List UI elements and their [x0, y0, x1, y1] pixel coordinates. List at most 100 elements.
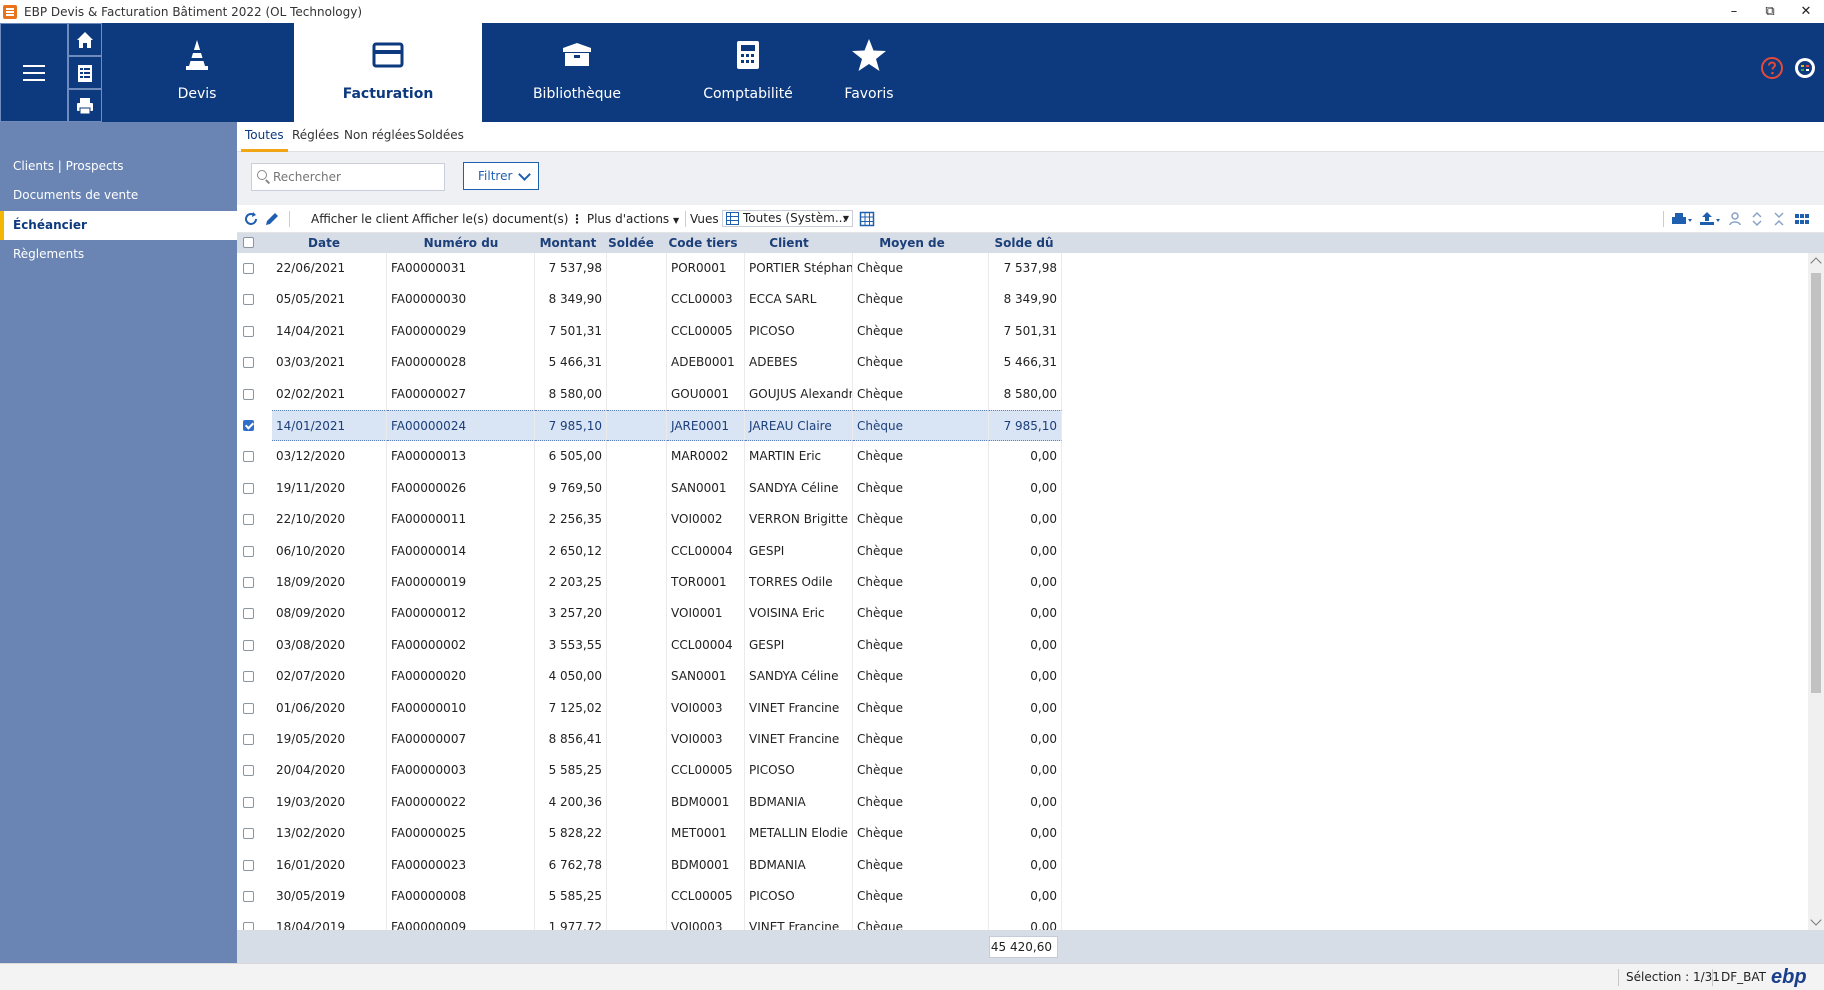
table-row[interactable]: 02/02/2021 FA00000027 8 580,00 GOU0001 GOUJU…	[237, 378, 1808, 410]
column-header-soldee[interactable]: Soldée	[607, 233, 655, 253]
cell-numero: FA00000003	[387, 755, 535, 787]
column-header-moyen-paiement[interactable]: Moyen de paiement	[849, 233, 975, 270]
vertical-scrollbar[interactable]	[1808, 253, 1824, 930]
row-checkbox[interactable]	[243, 922, 254, 930]
scroll-thumb[interactable]	[1811, 273, 1821, 693]
sidebar-item-documents-vente[interactable]: Documents de vente	[0, 181, 237, 210]
table-row[interactable]: 19/11/2020 FA00000026 9 769,50 SAN0001 SANDY…	[237, 472, 1808, 505]
table-row[interactable]: 30/05/2019 FA00000008 5 585,25 CCL00005 PICO…	[237, 881, 1808, 913]
columns-icon[interactable]	[1794, 211, 1810, 227]
table-row[interactable]: 02/07/2020 FA00000020 4 050,00 SAN0001 SANDY…	[237, 661, 1808, 693]
tab-non-reglees[interactable]: Non réglées	[344, 122, 416, 152]
table-row[interactable]: 03/12/2020 FA00000013 6 505,00 MAR0002 MARTI…	[237, 441, 1808, 473]
table-row[interactable]: 05/05/2021 FA00000030 8 349,90 CCL00003 ECCA…	[237, 284, 1808, 316]
table-row[interactable]: 14/04/2021 FA00000029 7 501,31 CCL00005 PICO…	[237, 315, 1808, 348]
search-input[interactable]	[273, 170, 443, 184]
row-checkbox[interactable]	[243, 325, 254, 337]
tab-bibliotheque[interactable]: Bibliothèque	[482, 23, 672, 122]
tab-devis[interactable]: Devis	[102, 23, 292, 122]
row-checkbox[interactable]	[243, 702, 254, 714]
sidebar-item-reglements[interactable]: Règlements	[0, 240, 237, 269]
restore-button[interactable]: ⧉	[1752, 0, 1788, 23]
minimize-button[interactable]: –	[1716, 0, 1752, 23]
row-checkbox[interactable]	[243, 859, 254, 871]
table-row[interactable]: 03/08/2020 FA00000002 3 553,55 CCL00004 GESP…	[237, 629, 1808, 662]
home-button[interactable]	[68, 23, 102, 56]
show-documents-button[interactable]: Afficher le(s) document(s)	[412, 205, 568, 233]
table-row[interactable]: 16/01/2020 FA00000023 6 762,78 BDM0001 BDMAN…	[237, 849, 1808, 881]
grid-settings-icon[interactable]	[859, 211, 875, 227]
row-checkbox[interactable]	[243, 263, 254, 274]
row-checkbox[interactable]	[243, 545, 254, 557]
table-row[interactable]: 20/04/2020 FA00000003 5 585,25 CCL00005 PICO…	[237, 755, 1808, 787]
row-checkbox[interactable]	[243, 388, 254, 400]
cell-montant: 9 769,50	[535, 472, 607, 505]
table-row[interactable]: 19/03/2020 FA00000022 4 200,36 BDM0001 BDMAN…	[237, 786, 1808, 819]
column-header-montant[interactable]: Montant	[539, 233, 597, 253]
column-header-code-tiers[interactable]: Code tiers	[667, 233, 739, 253]
row-checkbox[interactable]	[243, 891, 254, 902]
column-header-date[interactable]: Date échéance ▼	[275, 233, 373, 270]
select-all-checkbox[interactable]	[243, 237, 254, 248]
cell-soldee	[607, 410, 667, 442]
tab-favoris[interactable]: Favoris	[824, 23, 914, 122]
row-checkbox[interactable]	[243, 828, 254, 840]
more-actions-button[interactable]: ⋮ Plus d'actions ▼	[571, 205, 679, 233]
tab-toutes[interactable]: Toutes	[241, 122, 288, 152]
column-header-solde-du[interactable]: Solde dû	[989, 233, 1059, 253]
scroll-down-icon[interactable]	[1810, 914, 1822, 926]
table-row[interactable]: 19/05/2020 FA00000007 8 856,41 VOI0003 VINET…	[237, 724, 1808, 756]
document-list-button[interactable]	[68, 56, 102, 89]
table-row[interactable]: 14/01/2021 FA00000024 7 985,10 JARE0001 JARE…	[237, 410, 1808, 442]
table-row[interactable]: 18/04/2019 FA00000009 1 977,72 VOI0003 VINET…	[237, 912, 1808, 930]
refresh-icon[interactable]	[243, 211, 259, 227]
row-checkbox[interactable]	[243, 357, 254, 369]
row-checkbox[interactable]	[243, 796, 254, 808]
tab-soldees[interactable]: Soldées	[417, 122, 464, 152]
help-icon[interactable]	[1760, 56, 1784, 80]
table-row[interactable]: 01/06/2020 FA00000010 7 125,02 VOI0003 VINET…	[237, 692, 1808, 724]
row-checkbox[interactable]	[243, 765, 254, 777]
edit-icon[interactable]	[264, 211, 280, 227]
table-row[interactable]: 03/03/2021 FA00000028 5 466,31 ADEB0001 ADEB…	[237, 347, 1808, 379]
search-box[interactable]	[251, 163, 445, 191]
cell-solde-du: 0,00	[989, 472, 1062, 505]
expand-icon[interactable]	[1771, 211, 1787, 227]
table-row[interactable]: 06/10/2020 FA00000014 2 650,12 CCL00004 GESP…	[237, 535, 1808, 567]
row-checkbox[interactable]	[243, 482, 254, 494]
row-checkbox[interactable]	[243, 734, 254, 745]
tab-label: Favoris	[844, 86, 894, 102]
close-button[interactable]: ✕	[1788, 0, 1824, 23]
sidebar-item-clients[interactable]: Clients | Prospects	[0, 152, 237, 181]
print-button[interactable]	[68, 89, 102, 122]
table-row[interactable]: 18/09/2020 FA00000019 2 203,25 TOR0001 TORRE…	[237, 567, 1808, 599]
views-select[interactable]: Toutes (Systèm... ▼	[722, 210, 853, 227]
row-checkbox[interactable]	[243, 451, 254, 463]
column-header-client[interactable]: Client	[749, 233, 829, 253]
row-checkbox[interactable]	[243, 294, 254, 306]
filter-dropdown[interactable]: Filtrer	[463, 162, 539, 190]
show-client-button[interactable]: Afficher le client	[311, 205, 409, 233]
table-row[interactable]: 22/06/2021 FA00000031 7 537,98 POR0001 PORTI…	[237, 253, 1808, 285]
apps-icon[interactable]	[1793, 56, 1817, 80]
row-checkbox[interactable]	[243, 514, 254, 526]
table-row[interactable]: 08/09/2020 FA00000012 3 257,20 VOI0001 VOISI…	[237, 598, 1808, 630]
row-checkbox[interactable]	[243, 420, 254, 431]
menu-button[interactable]	[0, 23, 68, 122]
sidebar-item-echeancier[interactable]: Échéancier	[0, 211, 237, 240]
print-menu-icon[interactable]	[1671, 211, 1693, 227]
tab-reglees[interactable]: Réglées	[292, 122, 339, 152]
tab-comptabilite[interactable]: Comptabilité	[672, 23, 824, 122]
table-row[interactable]: 22/10/2020 FA00000011 2 256,35 VOI0002 VERRO…	[237, 504, 1808, 536]
row-checkbox[interactable]	[243, 639, 254, 651]
row-checkbox[interactable]	[243, 577, 254, 588]
row-checkbox[interactable]	[243, 671, 254, 683]
user-icon[interactable]	[1727, 211, 1743, 227]
row-checkbox[interactable]	[243, 608, 254, 620]
scroll-up-icon[interactable]	[1810, 257, 1822, 269]
table-row[interactable]: 13/02/2020 FA00000025 5 828,22 MET0001 METAL…	[237, 818, 1808, 850]
tab-facturation[interactable]: Facturation	[294, 23, 482, 122]
column-header-numero[interactable]: Numéro du document	[395, 233, 527, 270]
collapse-icon[interactable]	[1749, 211, 1765, 227]
export-icon[interactable]	[1699, 211, 1721, 227]
